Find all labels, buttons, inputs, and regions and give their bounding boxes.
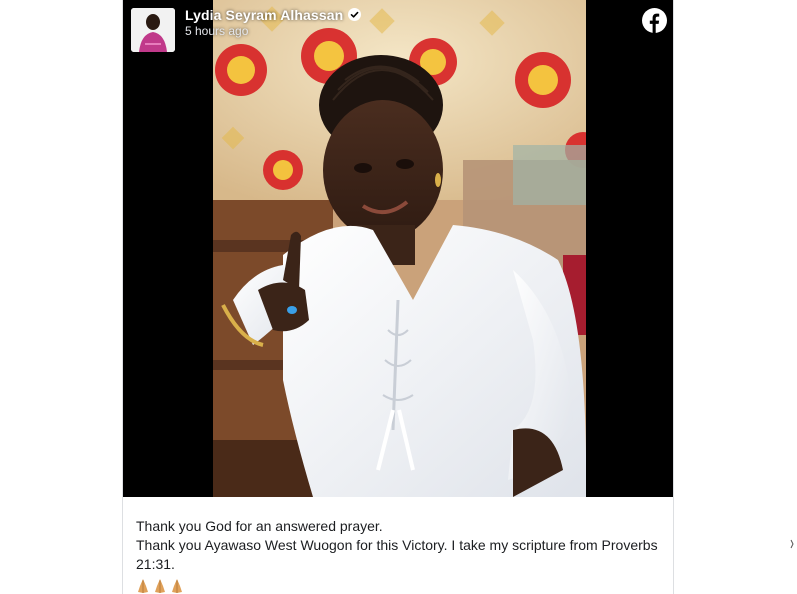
author-row: Lydia Seyram Alhassan — [185, 7, 362, 23]
caption-line-2: Thank you Ayawaso West Wuogon for this V… — [136, 537, 658, 572]
facebook-logo-icon[interactable] — [642, 8, 667, 33]
avatar[interactable] — [131, 8, 175, 52]
post-photo[interactable] — [213, 0, 586, 497]
verified-badge-icon — [348, 8, 362, 21]
facebook-post-embed: Lydia Seyram Alhassan 5 hours ago Thank — [122, 0, 674, 594]
post-caption: Thank you God for an answered prayer. Th… — [136, 517, 661, 574]
caption-line-1: Thank you God for an answered prayer. — [136, 518, 383, 534]
author-name[interactable]: Lydia Seyram Alhassan — [185, 7, 343, 23]
post-timestamp[interactable]: 5 hours ago — [185, 24, 361, 38]
folded-hands-icon — [136, 578, 150, 594]
post-media[interactable]: Lydia Seyram Alhassan 5 hours ago — [123, 0, 673, 497]
author-block: Lydia Seyram Alhassan 5 hours ago — [185, 7, 362, 38]
emoji-row — [136, 578, 184, 594]
folded-hands-icon — [153, 578, 167, 594]
folded-hands-icon — [170, 578, 184, 594]
post-header: Lydia Seyram Alhassan 5 hours ago — [131, 7, 362, 52]
scroll-indicator[interactable] — [790, 536, 794, 549]
